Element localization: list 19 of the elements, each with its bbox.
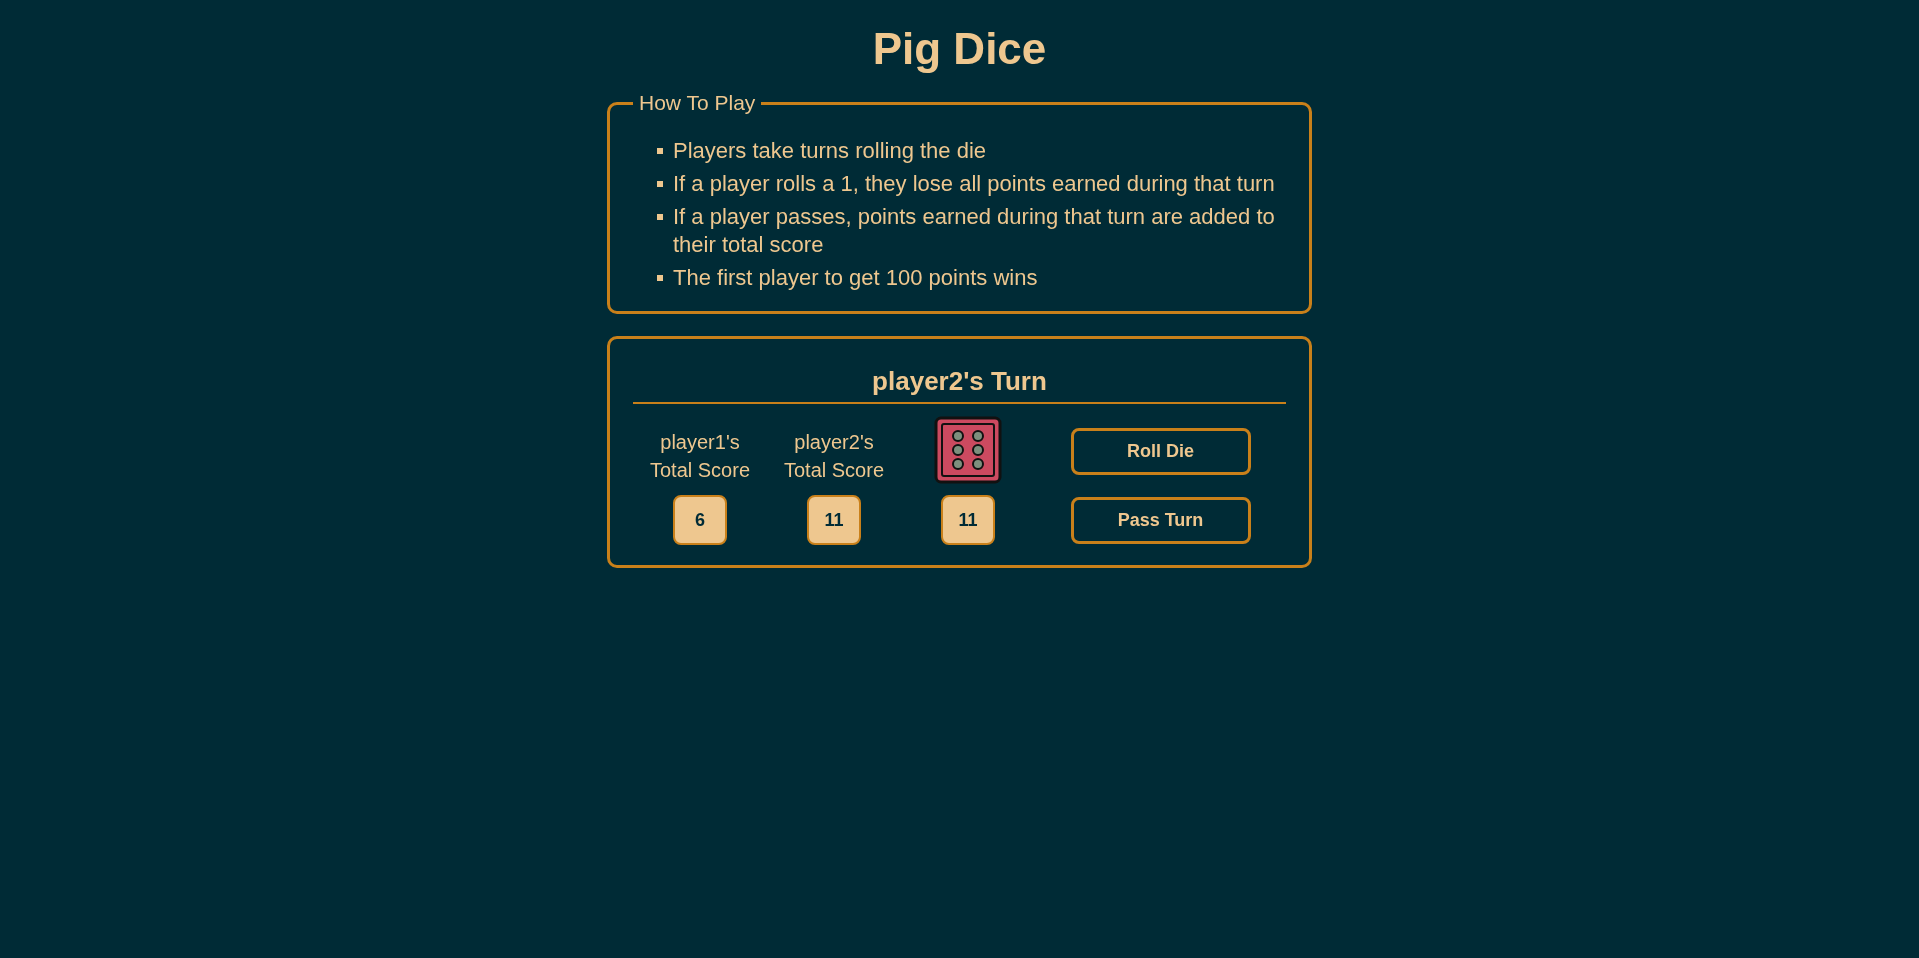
bullet-icon (657, 214, 663, 220)
score-value: 11 (941, 495, 995, 545)
rule-text: The first player to get 100 points wins (673, 264, 1038, 292)
rule-text: If a player rolls a 1, they lose all points earned during that turn (673, 170, 1275, 198)
page-title: Pig Dice (872, 23, 1047, 75)
bullet-icon (657, 275, 663, 281)
score-value: 11 (807, 495, 861, 545)
panel-legend: How To Play (633, 91, 762, 115)
turn-heading: player2's Turn (871, 365, 1048, 397)
game-button[interactable]: Pass Turn (1070, 497, 1251, 544)
score-label: player1's Total Score (648, 430, 752, 483)
bullet-icon (657, 148, 663, 154)
score-value: 6 (673, 495, 727, 545)
rule-text: If a player passes, points earned during that turn are added to their total score (673, 203, 1276, 259)
score-label: player2's Total Score (782, 430, 886, 483)
rule-text: Players take turns rolling the die (673, 137, 987, 165)
game-button[interactable]: Roll Die (1070, 428, 1251, 475)
bullet-icon (657, 181, 663, 187)
die-icon (934, 416, 1002, 484)
